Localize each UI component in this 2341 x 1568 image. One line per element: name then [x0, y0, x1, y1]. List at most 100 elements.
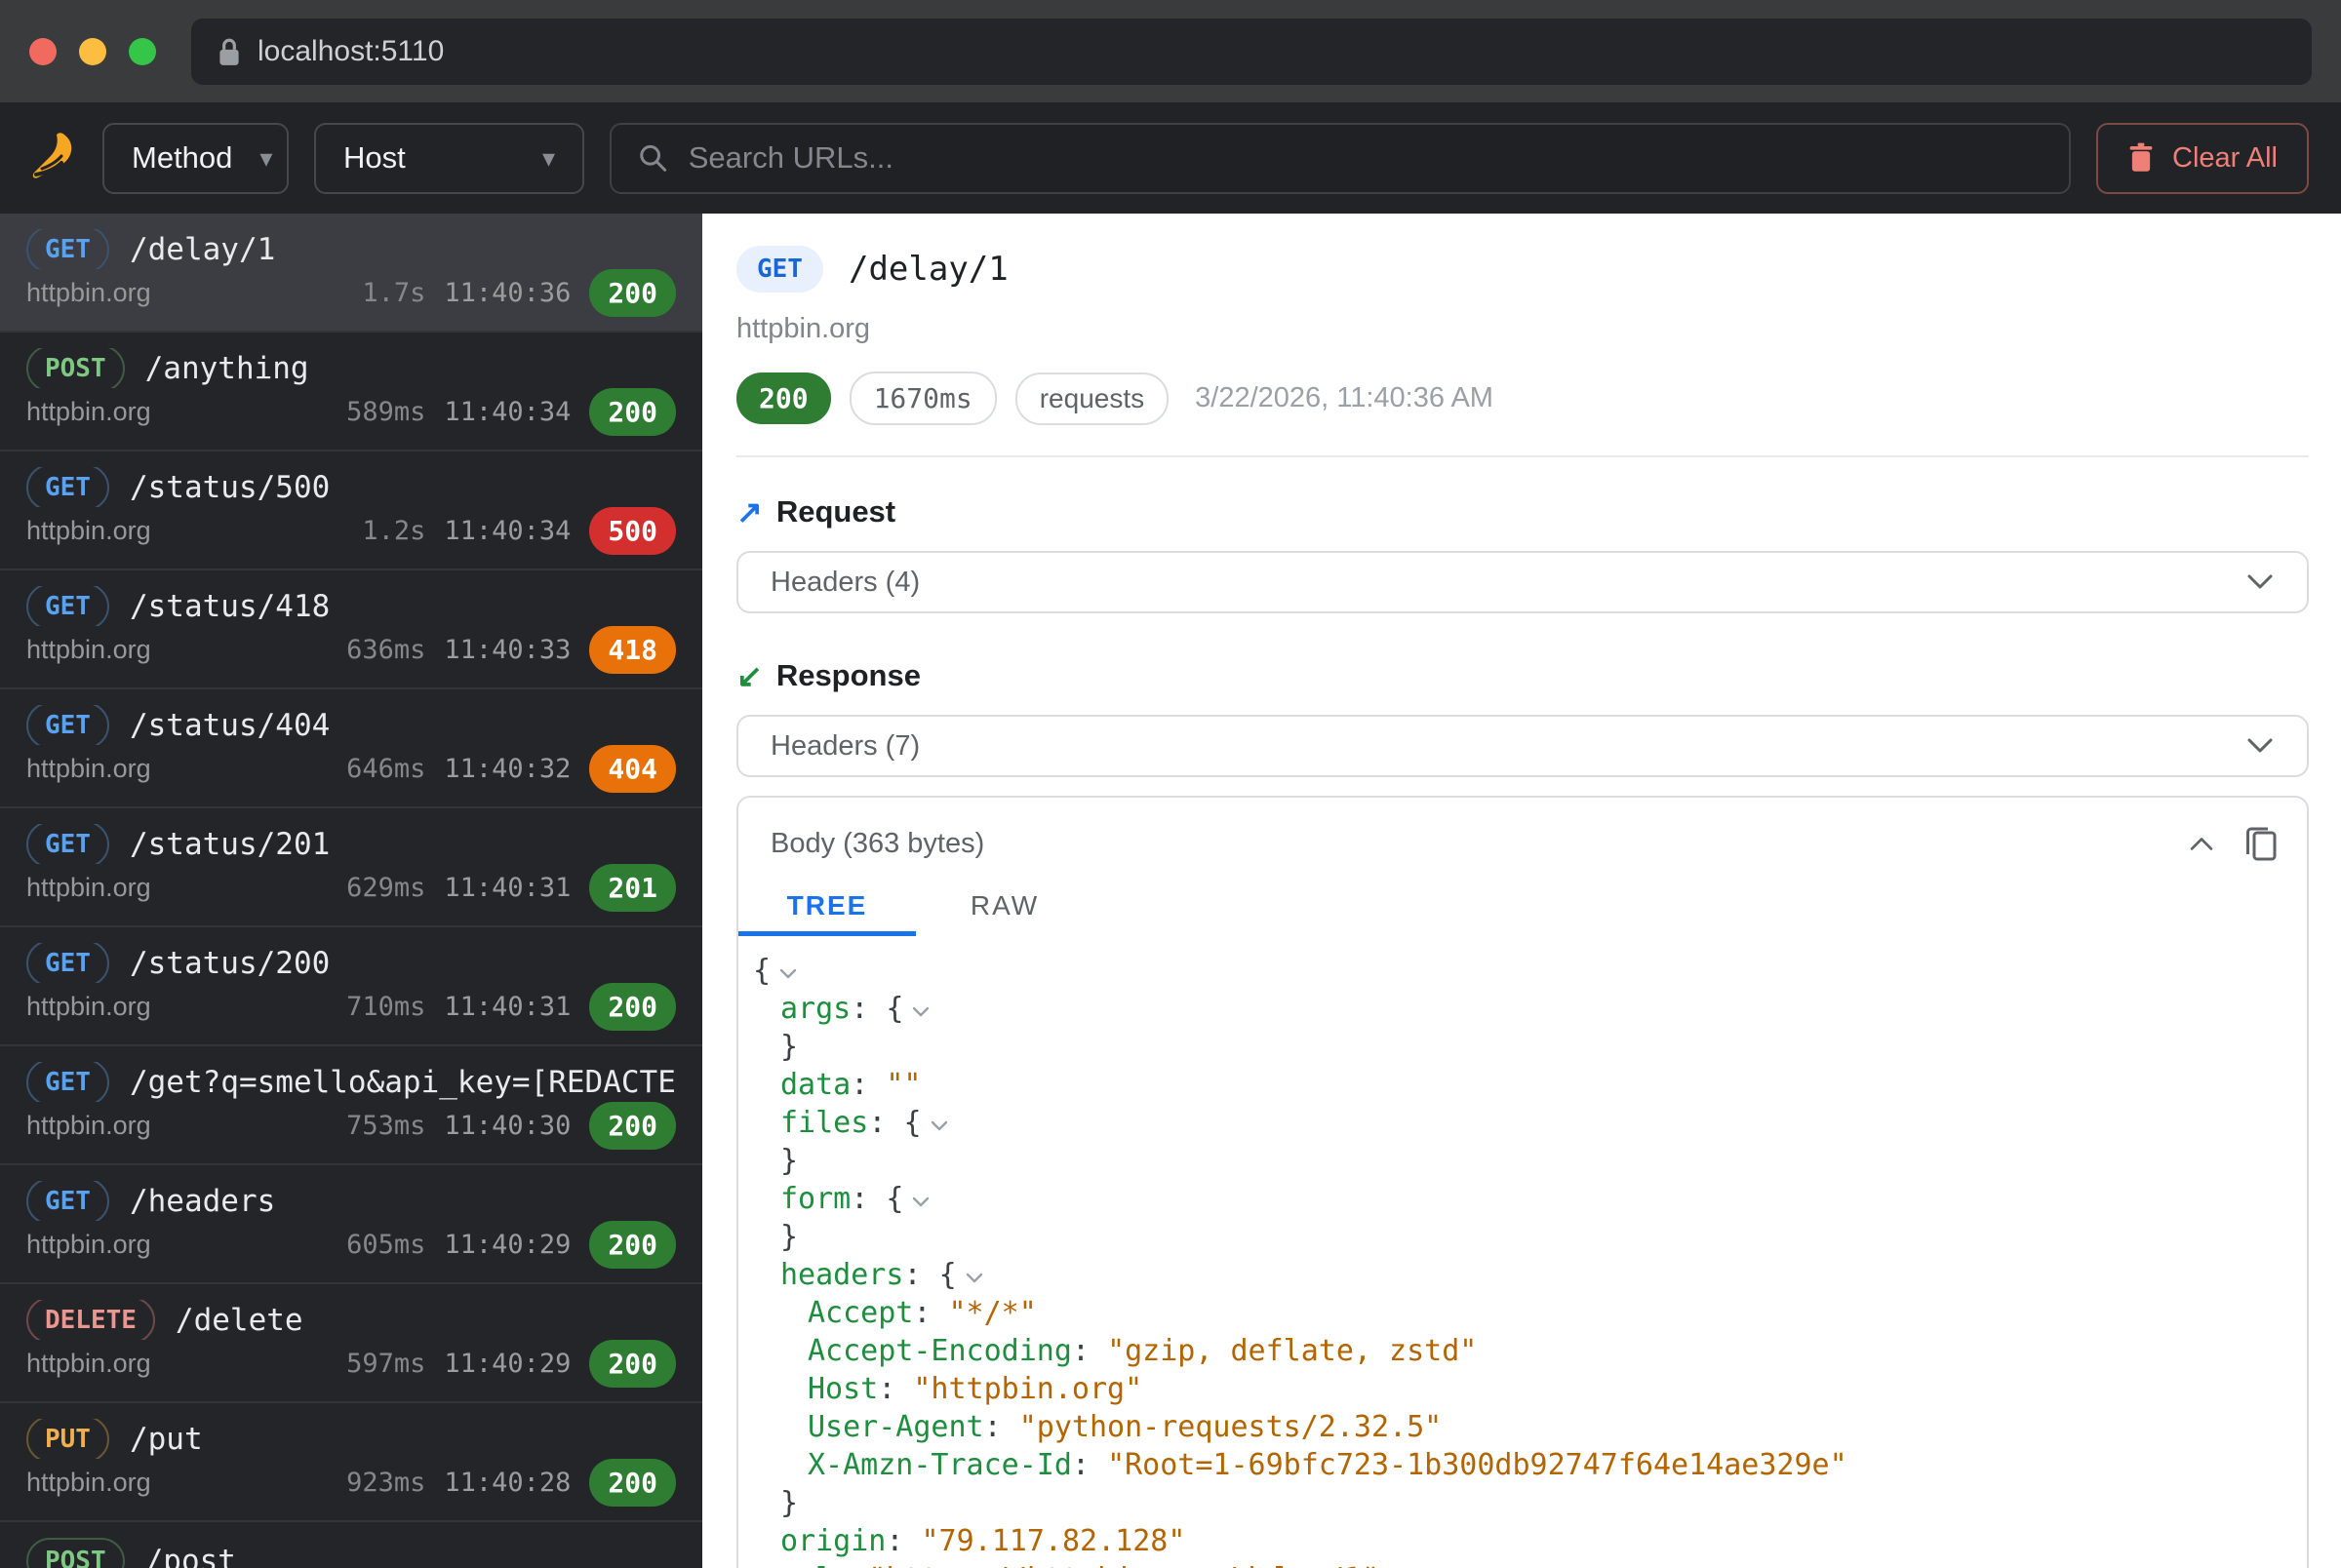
request-duration: 1.2s — [362, 516, 425, 546]
json-tree-line: Accept: "*/*" — [753, 1294, 2307, 1332]
request-list: GET/delay/1httpbin.org1.7s11:40:36200POS… — [0, 214, 702, 1568]
tree-expand-chevron-icon[interactable] — [930, 1119, 949, 1133]
copy-body-button[interactable] — [2244, 825, 2278, 862]
request-host: httpbin.org — [26, 516, 151, 546]
tab-raw[interactable]: RAW — [916, 880, 1093, 936]
status-badge: 200 — [589, 1340, 676, 1388]
chevron-down-icon: ▾ — [259, 143, 272, 174]
request-list-item[interactable]: PUT/puthttpbin.org923ms11:40:28200 — [0, 1403, 702, 1522]
request-list-item[interactable]: GET/status/418httpbin.org636ms11:40:3341… — [0, 570, 702, 689]
method-badge: POST — [26, 1538, 125, 1568]
zoom-window-button[interactable] — [129, 38, 156, 65]
minimize-window-button[interactable] — [79, 38, 106, 65]
json-tree: {args: {}data: ""files: {}form: {}header… — [738, 936, 2307, 1568]
request-duration: 597ms — [346, 1349, 425, 1379]
json-brace: } — [780, 1028, 798, 1066]
request-host: httpbin.org — [26, 397, 151, 427]
request-list-item[interactable]: GET/status/200httpbin.org710ms11:40:3120… — [0, 927, 702, 1046]
request-duration: 753ms — [346, 1111, 425, 1141]
request-list-item[interactable]: DELETE/deletehttpbin.org597ms11:40:29200 — [0, 1284, 702, 1403]
request-arrow-icon: ↗ — [736, 493, 763, 530]
chevron-down-icon: ▾ — [542, 143, 555, 174]
request-time: 11:40:32 — [444, 754, 571, 784]
json-colon: : — [851, 1066, 886, 1104]
tree-expand-chevron-icon[interactable] — [778, 967, 798, 981]
browser-chrome: localhost:5110 — [0, 0, 2341, 102]
json-tree-line: { — [753, 952, 2307, 990]
chevron-up-icon — [2188, 835, 2215, 852]
status-badge: 200 — [589, 1221, 676, 1269]
request-list-item[interactable]: POST/anythinghttpbin.org589ms11:40:34200 — [0, 333, 702, 451]
body-size-label: Body (363 bytes) — [771, 828, 984, 860]
divider — [736, 455, 2309, 457]
json-brace: } — [780, 1484, 798, 1522]
method-badge: PUT — [26, 1419, 109, 1459]
detail-method-badge: GET — [736, 246, 823, 293]
app-toolbar: Method ▾ Host ▾ Clear All — [0, 102, 2341, 214]
json-brace: } — [780, 1142, 798, 1180]
request-duration: 589ms — [346, 397, 425, 427]
request-duration: 629ms — [346, 873, 425, 903]
request-time: 11:40:34 — [444, 397, 571, 427]
request-list-item[interactable]: GET/status/500httpbin.org1.2s11:40:34500 — [0, 451, 702, 570]
json-tree-line: User-Agent: "python-requests/2.32.5" — [753, 1408, 2307, 1446]
body-view-tabs: TREE RAW — [738, 880, 2307, 936]
json-tree-line: args: { — [753, 990, 2307, 1028]
request-host: httpbin.org — [26, 1230, 151, 1260]
close-window-button[interactable] — [29, 38, 57, 65]
detail-status-badge: 200 — [736, 372, 831, 424]
detail-tag-badge: requests — [1015, 372, 1169, 425]
request-path: /get?q=smello&api_key=[REDACTED]&token=… — [130, 1065, 676, 1100]
json-tree-line: Accept-Encoding: "gzip, deflate, zstd" — [753, 1332, 2307, 1370]
request-duration: 923ms — [346, 1468, 425, 1498]
request-path: /status/404 — [130, 708, 330, 743]
json-colon: : — [868, 1104, 903, 1142]
response-headers-accordion[interactable]: Headers (7) — [736, 715, 2309, 777]
status-badge: 200 — [589, 388, 676, 436]
tree-expand-chevron-icon[interactable] — [911, 1005, 931, 1019]
clear-all-label: Clear All — [2172, 142, 2278, 175]
request-time: 11:40:36 — [444, 278, 571, 308]
address-bar[interactable]: localhost:5110 — [191, 19, 2312, 85]
clear-all-button[interactable]: Clear All — [2096, 123, 2309, 194]
request-time: 11:40:33 — [444, 635, 571, 665]
search-icon — [637, 141, 669, 175]
tab-tree[interactable]: TREE — [738, 880, 916, 936]
search-input[interactable] — [689, 140, 2043, 176]
response-arrow-icon: ↙ — [736, 657, 763, 694]
host-filter-dropdown[interactable]: Host ▾ — [314, 123, 584, 194]
request-list-item[interactable]: GET/status/201httpbin.org629ms11:40:3120… — [0, 808, 702, 927]
request-host: httpbin.org — [26, 1111, 151, 1141]
trash-icon — [2127, 142, 2155, 174]
tree-expand-chevron-icon[interactable] — [965, 1272, 984, 1285]
request-duration: 1.7s — [362, 278, 425, 308]
json-colon: : — [833, 1560, 868, 1568]
json-key: User-Agent — [808, 1408, 984, 1446]
json-key: args — [780, 990, 851, 1028]
json-colon: : — [1072, 1332, 1107, 1370]
json-brace: { — [903, 1104, 921, 1142]
collapse-body-button[interactable] — [2188, 835, 2215, 852]
lock-icon — [217, 36, 242, 67]
detail-duration-badge: 1670ms — [850, 372, 997, 425]
request-host: httpbin.org — [26, 278, 151, 308]
request-path: /status/200 — [130, 946, 330, 981]
request-headers-accordion[interactable]: Headers (4) — [736, 551, 2309, 613]
json-key: Accept — [808, 1294, 913, 1332]
json-tree-line: files: { — [753, 1104, 2307, 1142]
json-key: form — [780, 1180, 851, 1218]
json-brace: } — [780, 1218, 798, 1256]
json-colon: : — [903, 1256, 938, 1294]
json-value: "79.117.82.128" — [922, 1522, 1186, 1560]
request-list-item[interactable]: GET/headershttpbin.org605ms11:40:29200 — [0, 1165, 702, 1284]
request-time: 11:40:31 — [444, 873, 571, 903]
request-list-item[interactable]: POST/post — [0, 1522, 702, 1568]
request-path: /delete — [176, 1303, 303, 1338]
request-list-item[interactable]: GET/get?q=smello&api_key=[REDACTED]&toke… — [0, 1046, 702, 1165]
method-filter-dropdown[interactable]: Method ▾ — [102, 123, 289, 194]
json-tree-line: } — [753, 1484, 2307, 1522]
json-colon: : — [913, 1294, 948, 1332]
tree-expand-chevron-icon[interactable] — [911, 1196, 931, 1209]
request-list-item[interactable]: GET/delay/1httpbin.org1.7s11:40:36200 — [0, 214, 702, 333]
request-list-item[interactable]: GET/status/404httpbin.org646ms11:40:3240… — [0, 689, 702, 808]
